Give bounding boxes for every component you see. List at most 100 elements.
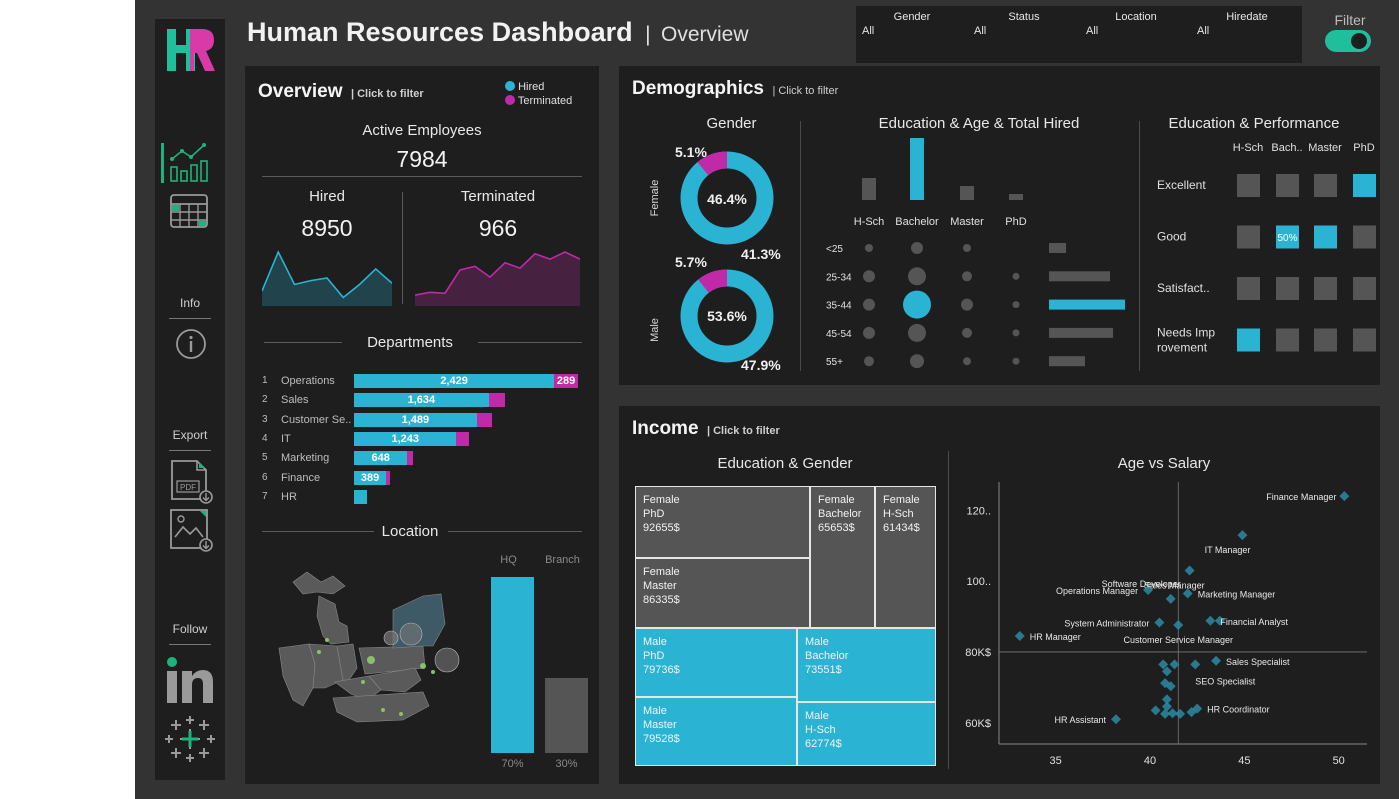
education-gender-treemap[interactable]: Female PhD 92655$ Female Master 86335$ Female B… xyxy=(635,486,936,766)
department-terminated-bar xyxy=(386,470,391,485)
department-terminated-bar: 289 xyxy=(554,374,578,388)
terminated-label: Terminated xyxy=(460,188,536,205)
scatter-point xyxy=(1014,631,1025,642)
department-row[interactable]: 5 Marketing 648 xyxy=(262,451,582,466)
department-rank: 6 xyxy=(262,471,268,483)
department-hired-bar xyxy=(354,489,368,504)
pdf-export-icon[interactable]: PDF xyxy=(169,459,215,505)
male-donut[interactable]: 53.6% xyxy=(675,264,779,368)
location-filter[interactable]: Location All xyxy=(1080,6,1192,62)
location-map[interactable] xyxy=(273,564,473,744)
demographics-panel: Demographics | Click to filter Gender Fe… xyxy=(619,66,1380,385)
treemap-cell[interactable]: Female Bachelor 65653$ xyxy=(810,486,875,628)
scatter-point xyxy=(1237,530,1248,541)
male-donut-center: 53.6% xyxy=(707,308,747,324)
table-icon[interactable] xyxy=(170,194,210,230)
department-hired-value: 1,243 xyxy=(391,432,419,445)
scatter-point-label: Finance Manager xyxy=(1266,492,1336,502)
perf-column-label: Master xyxy=(1308,142,1342,154)
overview-divider xyxy=(262,176,582,177)
female-donut[interactable]: 46.4% xyxy=(675,146,779,250)
department-row[interactable]: 3 Customer Se.. 1,489 xyxy=(262,412,582,427)
age-edu-bubble xyxy=(865,244,873,252)
income-filter-hint[interactable]: | Click to filter xyxy=(707,425,780,437)
hiredate-filter[interactable]: Hiredate All xyxy=(1191,6,1303,62)
perf-cell xyxy=(1314,174,1337,197)
dashboard-chart-icon[interactable] xyxy=(161,139,211,185)
status-filter[interactable]: Status All xyxy=(968,6,1080,62)
treemap-cell[interactable]: Male Bachelor 73551$ xyxy=(797,628,936,702)
perf-cell xyxy=(1276,174,1299,197)
edu-age-title: Education & Age & Total Hired xyxy=(878,115,1080,132)
hr-logo xyxy=(164,25,216,77)
overview-filter-hint[interactable]: | Click to filter xyxy=(351,88,424,100)
age-edu-bubble xyxy=(863,298,875,311)
linkedin-icon[interactable] xyxy=(165,654,217,706)
age-total-bar xyxy=(1049,299,1125,310)
perf-cell xyxy=(1276,277,1299,300)
treemap-cell[interactable]: Female H-Sch 61434$ xyxy=(875,486,936,628)
department-hired-value: 389 xyxy=(360,471,380,484)
treemap-salary: 61434$ xyxy=(883,522,920,534)
demographics-filter-hint[interactable]: | Click to filter xyxy=(772,85,838,97)
tableau-icon[interactable] xyxy=(165,716,217,762)
age-group-label: <25 xyxy=(826,244,843,255)
treemap-cell[interactable]: Female PhD 92655$ xyxy=(635,486,810,558)
info-label: Info xyxy=(179,296,200,310)
age-edu-bubble xyxy=(863,326,875,339)
filter-toggle[interactable] xyxy=(1325,30,1371,52)
age-edu-bubble xyxy=(963,244,971,252)
age-edu-bubble xyxy=(1012,301,1020,309)
treemap-salary: 62774$ xyxy=(805,738,842,750)
hired-sparkline xyxy=(262,250,392,306)
location-bar-pct: 30% xyxy=(555,758,578,770)
perf-row-label: rovement xyxy=(1157,341,1208,355)
female-donut-center: 46.4% xyxy=(707,191,747,207)
department-row[interactable]: 6 Finance 389 xyxy=(262,470,582,485)
info-divider xyxy=(169,318,211,319)
department-hired-value: 1,489 xyxy=(401,413,430,426)
department-row[interactable]: 1 Operations 2,429 289 xyxy=(262,374,582,388)
edu-bar xyxy=(1009,194,1023,200)
info-icon[interactable] xyxy=(175,328,207,360)
treemap-gender: Female xyxy=(643,566,680,578)
active-employees-value: 7984 xyxy=(396,146,448,172)
overview-legend: Hired Terminated xyxy=(505,81,572,109)
scatter-point-label: Software Developer xyxy=(1102,579,1181,589)
page-title: Human Resources Dashboard | Overview xyxy=(247,17,749,48)
treemap-cell[interactable]: Male H-Sch 62774$ xyxy=(797,702,936,766)
location-bar[interactable] xyxy=(491,577,534,753)
age-edu-bubble xyxy=(961,298,973,311)
income-divider xyxy=(948,451,949,769)
location-bar[interactable] xyxy=(545,677,588,753)
gender-filter[interactable]: Gender All xyxy=(856,6,968,62)
hiredate-filter-value: All xyxy=(1197,25,1210,37)
scatter-point-label: Financial Analyst xyxy=(1220,617,1288,627)
filter-bar: Gender All Status All Location All Hired… xyxy=(856,6,1302,63)
treemap-cell[interactable]: Female Master 86335$ xyxy=(635,558,810,628)
dashboard-canvas: Info Export PDF Follow Human Resources D… xyxy=(135,0,1399,799)
scatter-point-label: HR Coordinator xyxy=(1207,705,1270,715)
edu-age-chart[interactable]: H-Sch Bachelor Master PhD <25 25-34 35-44 45-54… xyxy=(809,136,1139,376)
age-edu-bubble xyxy=(1012,357,1020,365)
perf-column-label: Bach.. xyxy=(1271,142,1302,154)
treemap-cell[interactable]: Male PhD 79736$ xyxy=(635,628,797,697)
department-row[interactable]: 4 IT 1,243 xyxy=(262,431,582,446)
perf-column-label: PhD xyxy=(1353,142,1374,154)
department-row[interactable]: 2 Sales 1,634 xyxy=(262,393,582,408)
age-salary-scatter[interactable]: 35 40 45 50 120.. 100.. 80K$ 60K$ Finance Manage… xyxy=(955,478,1377,774)
image-export-icon[interactable] xyxy=(169,507,215,553)
edu-category-label: H-Sch xyxy=(854,216,885,228)
income-title: Income xyxy=(632,418,699,439)
perf-cell xyxy=(1314,225,1337,249)
department-hired-bar: 1,489 xyxy=(354,412,477,427)
edu-perf-chart[interactable]: H-Sch Bach.. Master PhD Excellent Good Satisfa… xyxy=(1147,140,1377,360)
department-row[interactable]: 7 HR xyxy=(262,489,582,504)
scatter-y-tick: 100.. xyxy=(967,576,991,588)
active-employees-label: Active Employees xyxy=(362,122,482,139)
department-hired-value: 2,429 xyxy=(440,375,468,387)
perf-cell xyxy=(1353,174,1376,197)
treemap-cell[interactable]: Male Master 79528$ xyxy=(635,697,797,766)
perf-cell xyxy=(1353,277,1376,300)
hired-value: 8950 xyxy=(301,215,353,241)
